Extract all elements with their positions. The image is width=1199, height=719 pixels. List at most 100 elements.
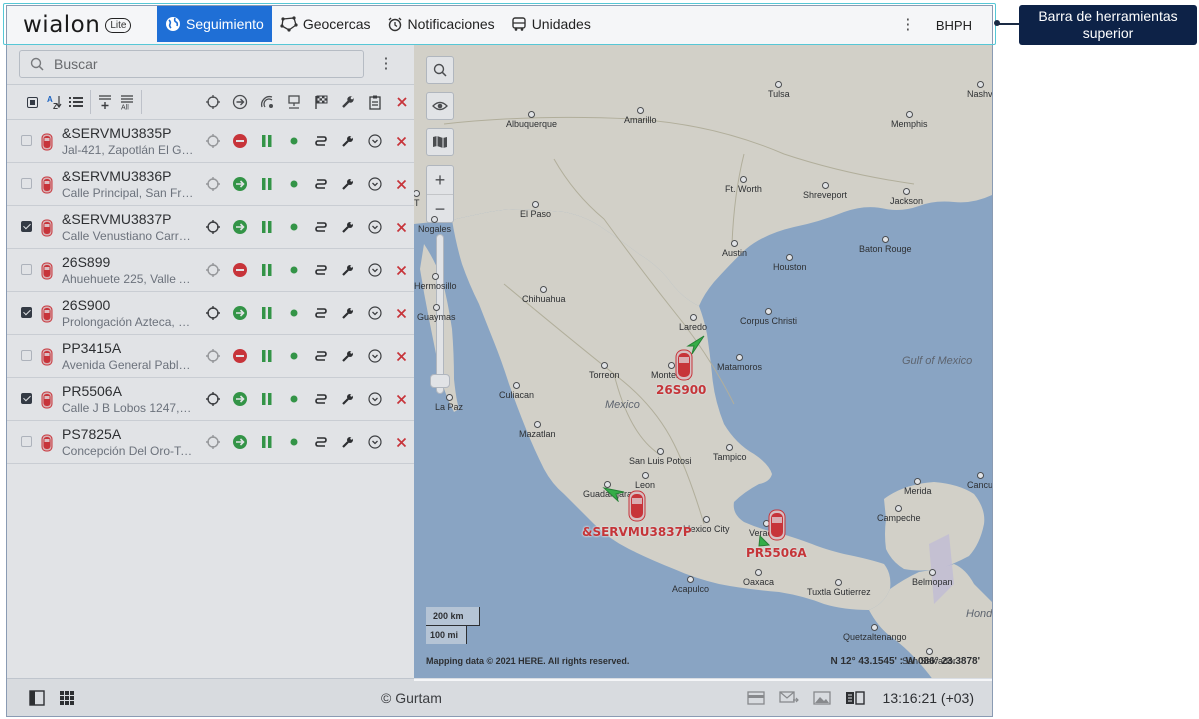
connection-dot-icon[interactable] — [280, 130, 307, 152]
card-icon[interactable] — [746, 690, 765, 706]
wrench-icon[interactable] — [334, 431, 361, 453]
map-search-button[interactable] — [426, 56, 454, 84]
user-name[interactable]: BHPH — [936, 18, 972, 33]
route-icon[interactable] — [307, 130, 334, 152]
route-icon[interactable] — [307, 388, 334, 410]
wialon-logo[interactable]: wialon Lite — [7, 6, 157, 44]
satellite-column-icon[interactable] — [253, 91, 280, 113]
unit-info[interactable]: &SERVMU3837P Calle Venustiano Carranza — [62, 211, 194, 244]
dropdown-circle-icon[interactable] — [361, 173, 388, 195]
remove-unit-icon[interactable] — [388, 130, 415, 152]
connection-dot-icon[interactable] — [280, 431, 307, 453]
unit-state-indicator[interactable] — [226, 173, 253, 195]
remove-all-icon[interactable] — [388, 91, 415, 113]
unit-row[interactable]: 26S900 Prolongación Azteca, La Fe — [7, 292, 414, 335]
dropdown-circle-icon[interactable] — [361, 216, 388, 238]
unit-info[interactable]: 26S899 Ahuehuete 225, Valle Alto — [62, 254, 194, 287]
signal-bars-icon[interactable] — [253, 431, 280, 453]
unit-row[interactable]: 26S899 Ahuehuete 225, Valle Alto — [7, 249, 414, 292]
unit-row[interactable]: PP3415A Avenida General Pablo González — [7, 335, 414, 378]
select-all-checkbox[interactable] — [21, 91, 43, 113]
route-icon[interactable] — [307, 216, 334, 238]
locate-unit-icon[interactable] — [199, 431, 226, 453]
wrench-icon[interactable] — [334, 259, 361, 281]
unit-checkbox[interactable] — [21, 178, 32, 189]
map-view[interactable]: + − Tulsa Nashvi Albuquerque Amarillo Memphi… — [414, 44, 992, 681]
tab-notificaciones[interactable]: Notificaciones — [379, 6, 503, 42]
signal-bars-icon[interactable] — [253, 216, 280, 238]
zoom-in-button[interactable]: + — [427, 166, 453, 194]
map-layers-button[interactable] — [426, 128, 454, 156]
signal-bars-icon[interactable] — [253, 345, 280, 367]
wrench-icon[interactable] — [334, 345, 361, 367]
route-icon[interactable] — [307, 173, 334, 195]
unit-checkbox[interactable] — [21, 221, 32, 232]
dropdown-circle-icon[interactable] — [361, 130, 388, 152]
wrench-icon[interactable] — [334, 173, 361, 195]
unit-state-indicator[interactable] — [226, 259, 253, 281]
image-icon[interactable] — [812, 690, 831, 706]
unit-marker[interactable] — [627, 490, 647, 525]
unit-info[interactable]: &SERVMU3835P Jal-421, Zapotlán El Grande — [62, 125, 194, 158]
unit-state-indicator[interactable] — [226, 388, 253, 410]
connection-column-icon[interactable] — [280, 91, 307, 113]
locate-unit-icon[interactable] — [199, 388, 226, 410]
wrench-icon[interactable] — [334, 388, 361, 410]
trip-flag-column-icon[interactable] — [307, 91, 334, 113]
unit-row[interactable]: &SERVMU3836P Calle Principal, San Francis… — [7, 163, 414, 206]
sort-alpha-icon[interactable]: AZ — [43, 91, 65, 113]
wrench-column-icon[interactable] — [334, 91, 361, 113]
connection-dot-icon[interactable] — [280, 388, 307, 410]
dropdown-circle-icon[interactable] — [361, 431, 388, 453]
unit-row[interactable]: &SERVMU3835P Jal-421, Zapotlán El Grande — [7, 120, 414, 163]
add-unit-icon[interactable] — [94, 91, 116, 113]
unit-info[interactable]: 26S900 Prolongación Azteca, La Fe — [62, 297, 194, 330]
toggle-panel-icon[interactable] — [29, 689, 45, 706]
zoom-slider-handle[interactable] — [430, 374, 450, 388]
signal-bars-icon[interactable] — [253, 130, 280, 152]
unit-checkbox[interactable] — [21, 307, 32, 318]
locate-unit-icon[interactable] — [199, 345, 226, 367]
clipboard-column-icon[interactable] — [361, 91, 388, 113]
unit-checkbox[interactable] — [21, 135, 32, 146]
search-input[interactable] — [52, 55, 336, 73]
route-icon[interactable] — [307, 302, 334, 324]
connection-dot-icon[interactable] — [280, 345, 307, 367]
signal-bars-icon[interactable] — [253, 388, 280, 410]
unit-state-indicator[interactable] — [226, 302, 253, 324]
signal-bars-icon[interactable] — [253, 173, 280, 195]
route-icon[interactable] — [307, 431, 334, 453]
locate-unit-icon[interactable] — [199, 173, 226, 195]
dropdown-circle-icon[interactable] — [361, 302, 388, 324]
connection-dot-icon[interactable] — [280, 216, 307, 238]
remove-unit-icon[interactable] — [388, 259, 415, 281]
tab-geocercas[interactable]: Geocercas — [272, 6, 379, 42]
map-visibility-button[interactable] — [426, 92, 454, 120]
send-message-icon[interactable] — [778, 690, 799, 706]
wrench-icon[interactable] — [334, 130, 361, 152]
columns-icon[interactable] — [845, 690, 865, 706]
dropdown-circle-icon[interactable] — [361, 388, 388, 410]
connection-dot-icon[interactable] — [280, 173, 307, 195]
signal-bars-icon[interactable] — [253, 259, 280, 281]
panel-menu-icon[interactable]: ⋮ — [376, 56, 396, 71]
remove-unit-icon[interactable] — [388, 431, 415, 453]
locate-column-icon[interactable] — [199, 91, 226, 113]
unit-info[interactable]: PR5506A Calle J B Lobos 1247, Veracruz — [62, 383, 194, 416]
connection-dot-icon[interactable] — [280, 259, 307, 281]
direction-column-icon[interactable] — [226, 91, 253, 113]
list-view-icon[interactable] — [65, 91, 87, 113]
unit-info[interactable]: PS7825A Concepción Del Oro-Tequisquiapan — [62, 426, 194, 459]
unit-row[interactable]: &SERVMU3837P Calle Venustiano Carranza — [7, 206, 414, 249]
more-menu-icon[interactable]: ⋮ — [898, 17, 918, 32]
unit-state-indicator[interactable] — [226, 130, 253, 152]
remove-unit-icon[interactable] — [388, 388, 415, 410]
route-icon[interactable] — [307, 345, 334, 367]
unit-checkbox[interactable] — [21, 264, 32, 275]
unit-info[interactable]: &SERVMU3836P Calle Principal, San Francis… — [62, 168, 194, 201]
unit-state-indicator[interactable] — [226, 216, 253, 238]
dropdown-circle-icon[interactable] — [361, 259, 388, 281]
tab-seguimiento[interactable]: Seguimiento — [157, 6, 272, 42]
route-icon[interactable] — [307, 259, 334, 281]
remove-unit-icon[interactable] — [388, 216, 415, 238]
